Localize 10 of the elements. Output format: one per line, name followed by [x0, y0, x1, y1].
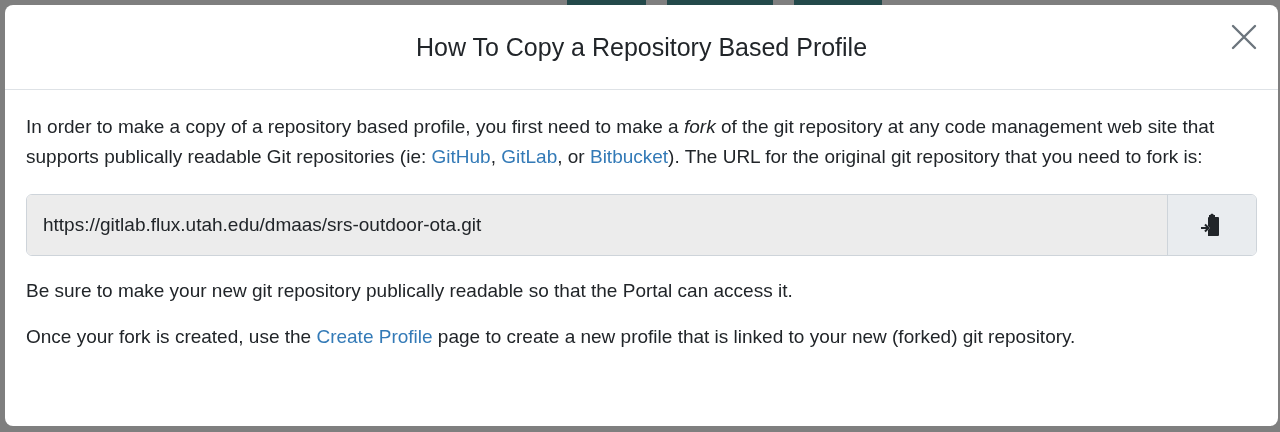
close-icon — [1230, 23, 1258, 51]
close-button[interactable] — [1230, 23, 1258, 51]
paragraph: In order to make a copy of a repository based profile, you first need to make a fork of the git repository at any code management web site that supports publically readable Git repositories (ie: GitHub, GitLab, or Bitbucket). The URL for the original git repository that you need to fork is: — [26, 115, 1216, 169]
dialog-title: How To Copy a Repository Based Profile — [415, 32, 868, 62]
link[interactable]: Bitbucket — [589, 146, 669, 167]
link[interactable]: GitHub — [431, 146, 491, 167]
link[interactable]: GitLab — [501, 146, 558, 167]
paragraph: Be sure to make your new git repository publically readable so that the Portal can access it. — [26, 279, 794, 303]
link[interactable]: Create Profile — [316, 326, 433, 347]
paragraph: Once your fork is created, use the Create Profile page to create a new profile that is linked to your new (forked) git repository. — [26, 325, 1077, 349]
